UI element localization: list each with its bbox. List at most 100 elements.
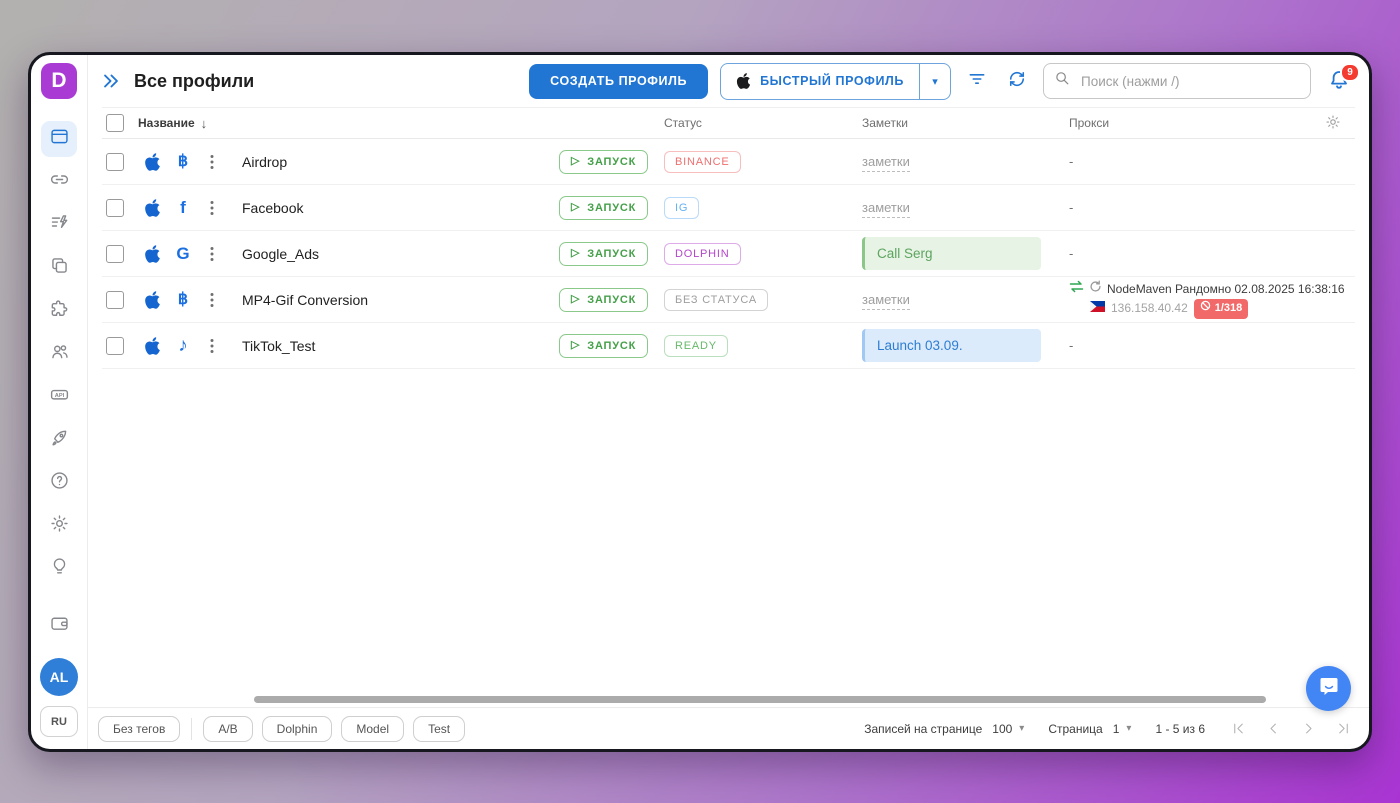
pagination-arrows — [1231, 721, 1351, 736]
user-avatar[interactable]: AL — [40, 658, 78, 696]
status-badge[interactable]: DOLPHIN — [664, 243, 741, 265]
rotate-proxy-icon[interactable] — [1089, 280, 1102, 299]
support-chat-button[interactable] — [1306, 666, 1351, 711]
language-switcher[interactable]: RU — [40, 706, 78, 737]
profile-name[interactable]: MP4-Gif Conversion — [242, 292, 368, 308]
sidebar-item-billing[interactable] — [41, 608, 77, 644]
row-name-cell: ฿ MP4-Gif Conversion — [138, 290, 559, 310]
status-badge[interactable]: IG — [664, 197, 699, 219]
row-notes-cell: Call Serg — [862, 237, 1069, 270]
search-icon — [1054, 70, 1071, 92]
play-icon: ▷ — [571, 340, 580, 351]
svg-text:API: API — [54, 393, 64, 399]
next-page-button[interactable] — [1301, 721, 1316, 736]
notes-placeholder[interactable]: заметки — [862, 292, 910, 310]
row-menu-button[interactable] — [205, 291, 219, 309]
notification-count-badge: 9 — [1340, 63, 1360, 82]
tag-filter-no-tags[interactable]: Без тегов — [98, 716, 180, 742]
refresh-button[interactable] — [1003, 67, 1031, 95]
api-badge-icon: API — [49, 384, 70, 410]
profile-name[interactable]: Google_Ads — [242, 246, 319, 262]
table-row: ฿ MP4-Gif Conversion ▷ЗАПУСК БЕЗ СТАТУСА… — [102, 277, 1355, 323]
note-box[interactable]: Launch 03.09. — [862, 329, 1041, 362]
row-status-cell: READY — [664, 335, 862, 357]
pagination: Записей на странице 100 ▾ Страница 1 ▾ 1… — [864, 721, 1351, 736]
row-menu-button[interactable] — [205, 245, 219, 263]
note-box[interactable]: Call Serg — [862, 237, 1041, 270]
apple-icon — [144, 152, 161, 172]
status-badge[interactable]: READY — [664, 335, 728, 357]
footer-bar: Без тегов A/B Dolphin Model Test Записей… — [88, 707, 1369, 749]
play-icon: ▷ — [571, 294, 580, 305]
row-menu-button[interactable] — [205, 199, 219, 217]
sidebar-item-team[interactable] — [41, 336, 77, 372]
sidebar-item-profiles[interactable] — [41, 121, 77, 157]
row-checkbox[interactable] — [106, 245, 124, 263]
sidebar-item-bookmarks[interactable] — [41, 250, 77, 286]
sidebar-item-ideas[interactable] — [41, 551, 77, 587]
topbar: Все профили СОЗДАТЬ ПРОФИЛЬ БЫСТРЫЙ ПРОФ… — [88, 55, 1369, 107]
filter-button[interactable] — [963, 67, 991, 95]
rows-per-page-value: 100 — [992, 722, 1012, 736]
quick-profile-main[interactable]: БЫСТРЫЙ ПРОФИЛЬ — [721, 64, 919, 99]
row-checkbox[interactable] — [106, 199, 124, 217]
page-title: Все профили — [134, 71, 254, 92]
gear-icon — [49, 513, 70, 539]
sidebar-item-api[interactable]: API — [41, 379, 77, 415]
profile-name[interactable]: TikTok_Test — [242, 338, 315, 354]
launch-button[interactable]: ▷ЗАПУСК — [559, 242, 648, 266]
row-menu-button[interactable] — [205, 153, 219, 171]
sidebar: D API — [31, 55, 88, 749]
profile-name[interactable]: Facebook — [242, 200, 303, 216]
column-settings-button[interactable] — [1324, 113, 1344, 133]
launch-button[interactable]: ▷ЗАПУСК — [559, 334, 648, 358]
profile-name[interactable]: Airdrop — [242, 154, 287, 170]
status-badge[interactable]: BINANCE — [664, 151, 741, 173]
sidebar-item-extensions[interactable] — [41, 293, 77, 329]
tag-filter-test[interactable]: Test — [413, 716, 465, 742]
row-menu-button[interactable] — [205, 337, 219, 355]
tag-filter-model[interactable]: Model — [341, 716, 404, 742]
launch-button[interactable]: ▷ЗАПУСК — [559, 150, 648, 174]
puzzle-icon — [49, 298, 70, 324]
row-proxy-cell: NodeMaven Рандомно 02.08.2025 16:38:16 1… — [1069, 280, 1345, 319]
sidebar-item-proxy[interactable] — [41, 164, 77, 200]
row-checkbox[interactable] — [106, 337, 124, 355]
collapse-sidebar-icon[interactable] — [100, 70, 122, 92]
refresh-icon — [1007, 69, 1027, 94]
tag-filter-dolphin[interactable]: Dolphin — [262, 716, 333, 742]
sidebar-item-settings[interactable] — [41, 508, 77, 544]
row-notes-cell: Launch 03.09. — [862, 329, 1069, 362]
previous-page-button[interactable] — [1266, 721, 1281, 736]
chat-bubble-icon — [1317, 674, 1341, 703]
launch-button[interactable]: ▷ЗАПУСК — [559, 196, 648, 220]
rows-per-page-select[interactable]: 100 ▾ — [992, 722, 1024, 736]
status-badge[interactable]: БЕЗ СТАТУСА — [664, 289, 768, 311]
select-all-checkbox[interactable] — [106, 114, 124, 132]
page-select[interactable]: 1 ▾ — [1113, 722, 1132, 736]
sidebar-item-launcher[interactable] — [41, 422, 77, 458]
proxy-provider-text[interactable]: NodeMaven Рандомно 02.08.2025 16:38:16 — [1107, 280, 1345, 299]
first-page-button[interactable] — [1231, 721, 1246, 736]
proxy-details: NodeMaven Рандомно 02.08.2025 16:38:16 1… — [1069, 280, 1345, 319]
sidebar-item-automation[interactable] — [41, 207, 77, 243]
horizontal-scrollbar[interactable] — [254, 696, 1266, 703]
row-checkbox[interactable] — [106, 153, 124, 171]
last-page-button[interactable] — [1336, 721, 1351, 736]
create-profile-button[interactable]: СОЗДАТЬ ПРОФИЛЬ — [529, 64, 708, 99]
notes-placeholder[interactable]: заметки — [862, 154, 910, 172]
app-window: D API — [28, 52, 1372, 752]
search-input[interactable] — [1079, 73, 1300, 90]
swap-arrows-icon[interactable] — [1069, 280, 1084, 299]
notes-placeholder[interactable]: заметки — [862, 200, 910, 218]
tag-filter-ab[interactable]: A/B — [203, 716, 252, 742]
row-checkbox[interactable] — [106, 291, 124, 309]
link-icon — [49, 169, 70, 195]
sidebar-item-help[interactable] — [41, 465, 77, 501]
column-header-name[interactable]: Название ↓ — [138, 116, 559, 131]
notifications-button[interactable]: 9 — [1327, 68, 1353, 94]
launch-button[interactable]: ▷ЗАПУСК — [559, 288, 648, 312]
row-notes-cell: заметки — [862, 153, 1069, 171]
row-proxy-cell: - — [1069, 199, 1313, 217]
quick-profile-dropdown[interactable]: ▾ — [919, 64, 950, 99]
